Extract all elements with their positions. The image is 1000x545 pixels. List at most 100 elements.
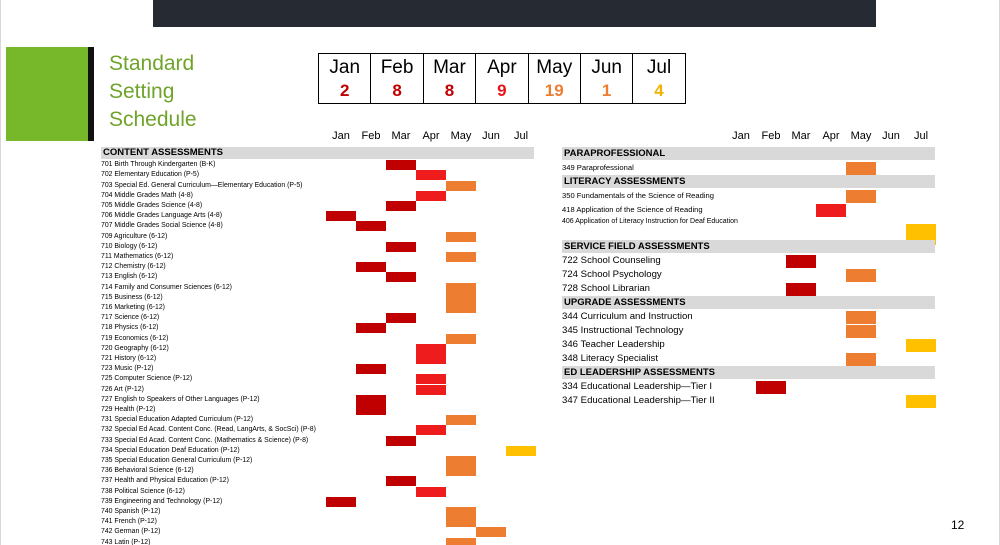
schedule-mark: [386, 313, 416, 324]
row-label: 707 Middle Grades Social Science (4-8): [101, 222, 223, 230]
month-header: Apr: [422, 130, 440, 142]
row-label: 701 Birth Through Kindergarten (B-K): [101, 161, 216, 169]
row-label: 742 German (P-12): [101, 528, 161, 536]
month-header: Apr: [822, 130, 840, 142]
summary-count: 9: [497, 80, 507, 100]
schedule-mark: [446, 517, 476, 528]
schedule-mark: [446, 302, 476, 313]
schedule-mark: [446, 282, 476, 293]
title-line: Setting: [109, 80, 175, 103]
section-header: UPGRADE ASSESSMENTS: [562, 296, 935, 309]
schedule-mark: [446, 506, 476, 517]
summary-count: 2: [339, 80, 350, 100]
schedule-mark: [416, 353, 446, 364]
schedule-mark: [416, 384, 446, 395]
month-header: Feb: [361, 130, 381, 142]
schedule-mark: [416, 170, 446, 181]
schedule-mark: [846, 189, 876, 203]
summary-month: Jul: [646, 56, 672, 78]
row-label: 732 Special Ed Acad. Content Conc. (Read…: [101, 426, 316, 434]
row-label: 743 Latin (P-12): [101, 538, 151, 545]
row-label: 406 Application of Literacy Instruction …: [562, 218, 738, 225]
month-header: Mar: [391, 130, 411, 142]
section-header: LITERACY ASSESSMENTS: [562, 175, 935, 188]
schedule-mark: [416, 425, 446, 436]
schedule-mark: [846, 268, 876, 282]
row-label: 706 Middle Grades Language Arts (4-8): [101, 212, 223, 220]
schedule-mark: [356, 323, 386, 334]
schedule-mark: [906, 338, 936, 352]
row-label: 719 Economics (6-12): [101, 334, 169, 342]
row-label: 737 Health and Physical Education (P-12): [101, 477, 229, 485]
row-label: 735 Special Education General Curriculum…: [101, 456, 253, 464]
month-header: Jun: [882, 130, 900, 142]
row-label: 710 Biology (6-12): [101, 242, 158, 250]
row-label: 721 History (6-12): [101, 354, 157, 362]
schedule-mark: [816, 203, 846, 217]
schedule-mark: [356, 404, 386, 415]
row-label: 350 Fundamentals of the Science of Readi…: [562, 191, 714, 200]
summary-count: 4: [654, 80, 664, 100]
schedule-mark: [446, 537, 476, 545]
row-label: 714 Family and Consumer Sciences (6-12): [101, 283, 232, 291]
schedule-mark: [326, 496, 356, 507]
top-bar: [153, 0, 876, 27]
summary-month: Jan: [329, 56, 361, 78]
row-label: 729 Health (P-12): [101, 405, 156, 413]
summary-cell: Jul 4: [632, 53, 686, 104]
schedule-mark: [846, 352, 876, 366]
row-label: 741 French (P-12): [101, 518, 157, 526]
page-number: 12: [951, 518, 965, 532]
row-label: 734 Special Education Deaf Education (P-…: [101, 446, 240, 454]
schedule-mark: [506, 445, 536, 456]
row-label: 713 English (6-12): [101, 273, 158, 281]
schedule-mark: [386, 160, 416, 171]
section-header: SERVICE FIELD ASSESSMENTS: [562, 240, 935, 253]
row-label: 715 Business (6-12): [101, 293, 163, 301]
row-label: 726 Art (P-12): [101, 385, 144, 393]
schedule-mark: [416, 343, 446, 354]
schedule-mark: [846, 324, 876, 338]
row-label: 418 Application of the Science of Readin…: [562, 205, 703, 214]
summary-month: Jun: [591, 56, 622, 78]
row-label: 704 Middle Grades Math (4-8): [101, 191, 193, 199]
row-label: 723 Music (P-12): [101, 365, 154, 373]
summary-table: Jan 2 Feb 8 Mar 8 Apr 9 May 19 Jun 1 Jul 4: [317, 53, 686, 104]
schedule-mark: [356, 364, 386, 375]
schedule-mark: [756, 380, 786, 394]
summary-count: 19: [544, 80, 564, 100]
schedule-mark: [386, 435, 416, 446]
row-label: 718 Physics (6-12): [101, 324, 159, 332]
schedule-mark: [846, 161, 876, 175]
row-label: 736 Behavioral Science (6-12): [101, 467, 194, 475]
schedule-mark: [416, 374, 446, 385]
summary-month: Mar: [433, 56, 466, 78]
row-label: 344 Curriculum and Instruction: [562, 311, 693, 322]
schedule-mark: [386, 241, 416, 252]
section-header: ED LEADERSHIP ASSESSMENTS: [562, 366, 935, 379]
row-label: 703 Special Ed. General Curriculum—Eleme…: [101, 181, 303, 189]
schedule-mark: [356, 394, 386, 405]
row-label: 717 Science (6-12): [101, 314, 160, 322]
month-header: Feb: [761, 130, 781, 142]
summary-month: May: [536, 56, 573, 78]
row-label: 738 Political Science (6-12): [101, 487, 185, 495]
title-line: Standard: [109, 52, 195, 75]
schedule-mark: [446, 251, 476, 262]
schedule-mark: [386, 200, 416, 211]
schedule-mark: [446, 415, 476, 426]
section-header: PARAPROFESSIONAL: [562, 147, 935, 160]
title-line: Schedule: [109, 108, 197, 131]
schedule-mark: [446, 231, 476, 242]
row-label: 728 School Librarian: [562, 283, 651, 294]
schedule-mark: [446, 466, 476, 477]
summary-cell: Mar 8: [422, 53, 477, 104]
schedule-mark: [446, 333, 476, 344]
accent-block: [6, 47, 88, 141]
summary-month: Feb: [380, 56, 414, 78]
summary-count: 1: [601, 80, 612, 100]
row-label: 733 Special Ed Acad. Content Conc. (Math…: [101, 436, 309, 444]
row-label: 740 Spanish (P-12): [101, 507, 161, 515]
row-label: 711 Mathematics (6-12): [101, 252, 174, 260]
schedule-mark: [446, 180, 476, 191]
